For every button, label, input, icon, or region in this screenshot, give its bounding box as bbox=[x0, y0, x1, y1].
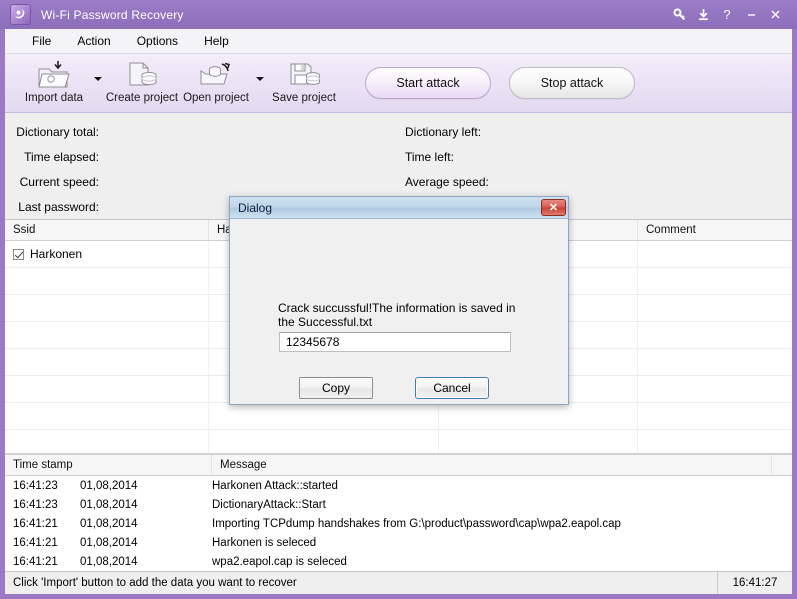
stat-cell-time-left: Time left: bbox=[405, 150, 498, 164]
column-header-comment[interactable]: Comment bbox=[638, 220, 792, 240]
log-row[interactable]: 16:41:21 01,08,2014 Harkonen is seleced bbox=[5, 533, 792, 552]
column-header-message[interactable]: Message bbox=[212, 455, 772, 475]
window-controls: ? bbox=[668, 4, 792, 26]
download-icon[interactable] bbox=[692, 4, 714, 26]
cancel-button[interactable]: Cancel bbox=[415, 377, 489, 399]
log-date: 01,08,2014 bbox=[80, 518, 212, 530]
open-project-icon bbox=[198, 59, 234, 91]
stat-cell-time-elapsed: Time elapsed: bbox=[5, 150, 405, 164]
menu-item-file[interactable]: File bbox=[19, 31, 64, 51]
open-project-label: Open project bbox=[183, 92, 249, 104]
toolbar: Import data Create project bbox=[5, 54, 792, 113]
column-header-ssid[interactable]: Ssid bbox=[5, 220, 209, 240]
copy-button[interactable]: Copy bbox=[299, 377, 373, 399]
status-time: 16:41:27 bbox=[717, 572, 792, 594]
time-left-label: Time left: bbox=[405, 150, 458, 164]
save-project-label: Save project bbox=[272, 92, 336, 104]
average-speed-label: Average speed: bbox=[405, 175, 493, 189]
title-bar: Wi-Fi Password Recovery ? bbox=[0, 0, 797, 29]
stat-cell-current-speed: Current speed: bbox=[5, 175, 405, 189]
log-time: 16:41:21 bbox=[5, 537, 80, 549]
menu-bar: File Action Options Help bbox=[5, 29, 792, 54]
start-attack-button[interactable]: Start attack bbox=[365, 67, 491, 99]
crack-result-dialog: Dialog ✕ Crack succussful!The informatio… bbox=[229, 196, 569, 405]
log-message: DictionaryAttack::Start bbox=[212, 499, 792, 511]
log-time: 16:41:21 bbox=[5, 556, 80, 568]
log-time: 16:41:23 bbox=[5, 499, 80, 511]
dialog-body: Crack succussful!The information is save… bbox=[230, 219, 568, 404]
save-project-button[interactable]: Save project bbox=[267, 56, 341, 110]
minimize-icon[interactable] bbox=[740, 4, 762, 26]
stat-cell-dictionary-left: Dictionary left: bbox=[405, 125, 525, 139]
save-project-icon bbox=[286, 59, 322, 91]
help-icon[interactable]: ? bbox=[716, 4, 738, 26]
log-time: 16:41:23 bbox=[5, 480, 80, 492]
status-text: Click 'Import' button to add the data yo… bbox=[5, 577, 717, 589]
dialog-message: Crack succussful!The information is save… bbox=[278, 301, 518, 329]
stat-row: Dictionary total: Dictionary left: bbox=[5, 119, 792, 144]
stop-attack-button[interactable]: Stop attack bbox=[509, 67, 635, 99]
log-row[interactable]: 16:41:23 01,08,2014 Harkonen Attack::sta… bbox=[5, 476, 792, 495]
stat-cell-dictionary-total: Dictionary total: bbox=[5, 125, 405, 139]
time-elapsed-label: Time elapsed: bbox=[5, 150, 365, 164]
log-row[interactable]: 16:41:23 01,08,2014 DictionaryAttack::St… bbox=[5, 495, 792, 514]
dictionary-left-label: Dictionary left: bbox=[405, 125, 485, 139]
table-row-empty[interactable] bbox=[5, 430, 792, 453]
current-speed-label: Current speed: bbox=[5, 175, 365, 189]
import-data-dropdown-arrow[interactable] bbox=[91, 56, 105, 110]
row-checkbox[interactable] bbox=[13, 249, 24, 260]
log-time: 16:41:21 bbox=[5, 518, 80, 530]
menu-item-help[interactable]: Help bbox=[191, 31, 242, 51]
close-icon[interactable] bbox=[764, 4, 786, 26]
log-message: Harkonen is seleced bbox=[212, 537, 792, 549]
stat-row: Current speed: Average speed: bbox=[5, 169, 792, 194]
table-row-empty[interactable] bbox=[5, 403, 792, 430]
create-project-label: Create project bbox=[106, 92, 178, 104]
log-date: 01,08,2014 bbox=[80, 556, 212, 568]
create-project-button[interactable]: Create project bbox=[105, 56, 179, 110]
log-row[interactable]: 16:41:21 01,08,2014 Importing TCPdump ha… bbox=[5, 514, 792, 533]
cell-comment bbox=[638, 241, 792, 267]
key-icon[interactable] bbox=[668, 4, 690, 26]
dialog-title-bar: Dialog ✕ bbox=[230, 197, 568, 219]
cell-ssid: Harkonen bbox=[5, 241, 209, 267]
dialog-title: Dialog bbox=[238, 201, 541, 215]
log-message: Importing TCPdump handshakes from G:\pro… bbox=[212, 518, 792, 530]
import-folder-icon bbox=[36, 59, 72, 91]
stat-row: Time elapsed: Time left: bbox=[5, 144, 792, 169]
menu-item-options[interactable]: Options bbox=[124, 31, 191, 51]
open-project-dropdown-arrow[interactable] bbox=[253, 56, 267, 110]
log-message: Harkonen Attack::started bbox=[212, 480, 792, 492]
dialog-close-icon[interactable]: ✕ bbox=[541, 199, 566, 216]
log-date: 01,08,2014 bbox=[80, 537, 212, 549]
wifi-app-icon bbox=[10, 4, 31, 25]
cell-ssid-text: Harkonen bbox=[30, 247, 82, 261]
password-input[interactable] bbox=[279, 332, 511, 352]
window-title: Wi-Fi Password Recovery bbox=[41, 8, 184, 22]
status-bar: Click 'Import' button to add the data yo… bbox=[5, 571, 792, 594]
log-row[interactable]: 16:41:21 01,08,2014 wpa2.eapol.cap is se… bbox=[5, 552, 792, 571]
dictionary-total-label: Dictionary total: bbox=[5, 125, 365, 139]
log-message: wpa2.eapol.cap is seleced bbox=[212, 556, 792, 568]
create-project-icon bbox=[124, 59, 160, 91]
import-data-button[interactable]: Import data bbox=[17, 56, 91, 110]
log-table-header: Time stamp Message bbox=[5, 455, 792, 476]
import-data-label: Import data bbox=[25, 92, 83, 104]
log-panel: Time stamp Message 16:41:23 01,08,2014 H… bbox=[5, 453, 792, 571]
open-project-button[interactable]: Open project bbox=[179, 56, 253, 110]
menu-item-action[interactable]: Action bbox=[64, 31, 123, 51]
log-date: 01,08,2014 bbox=[80, 480, 212, 492]
stat-cell-average-speed: Average speed: bbox=[405, 175, 533, 189]
column-header-time-stamp[interactable]: Time stamp bbox=[5, 455, 212, 475]
log-date: 01,08,2014 bbox=[80, 499, 212, 511]
